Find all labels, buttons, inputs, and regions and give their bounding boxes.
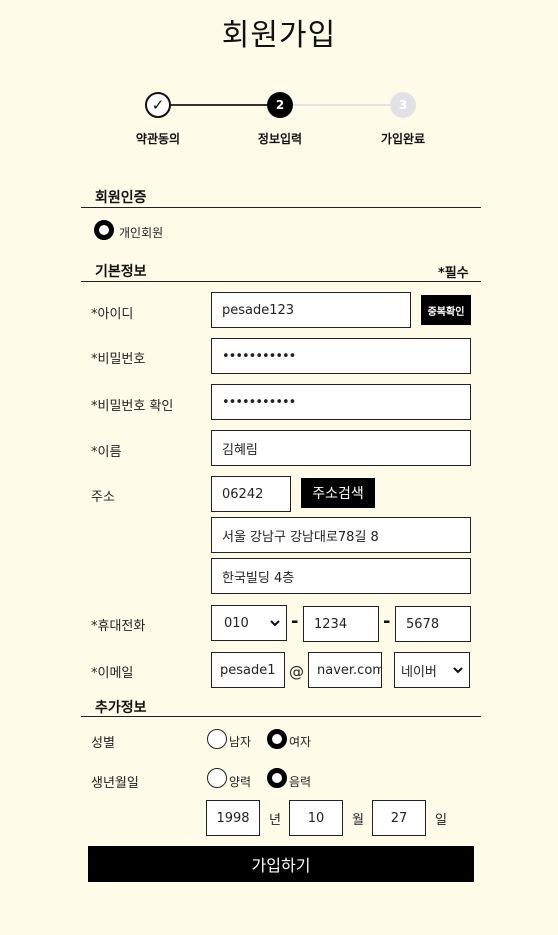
- email-label: *이메일: [91, 666, 134, 681]
- personal-member-label: 개인회원: [119, 226, 164, 240]
- address-line1-input[interactable]: 서울 강남구 강남대로78길 8: [211, 517, 471, 553]
- solar-calendar-radio[interactable]: [207, 768, 227, 788]
- password-label: *비밀번호: [91, 352, 146, 367]
- email-provider-select[interactable]: 네이버: [394, 652, 470, 688]
- email-provider-value: 네이버: [401, 664, 437, 680]
- password-confirm-input[interactable]: •••••••••••: [211, 384, 471, 420]
- page-title: 회원가입: [221, 18, 337, 53]
- auth-section-title: 회원인증: [95, 190, 147, 206]
- month-unit-label: 월: [352, 813, 364, 828]
- basic-section-title: 기본정보: [95, 264, 147, 280]
- password-input[interactable]: •••••••••••: [211, 338, 471, 374]
- name-label: *이름: [91, 445, 122, 460]
- step-2-indicator: 2: [267, 92, 293, 118]
- required-note: *필수: [438, 266, 469, 281]
- email-at-sign: @: [289, 663, 304, 681]
- password-confirm-label: *비밀번호 확인: [91, 399, 174, 414]
- gender-male-radio[interactable]: [207, 729, 227, 749]
- birth-day-input[interactable]: 27: [372, 800, 426, 836]
- step-3-indicator: 3: [390, 92, 416, 118]
- day-unit-label: 일: [435, 813, 447, 828]
- id-duplicate-check-button[interactable]: 중복확인: [421, 295, 471, 325]
- basic-section-divider: [81, 281, 481, 282]
- step-connector-done: [170, 104, 268, 106]
- gender-female-radio[interactable]: [267, 729, 287, 749]
- chevron-down-icon: [270, 620, 280, 627]
- email-domain-input[interactable]: naver.com: [308, 652, 382, 688]
- zipcode-input[interactable]: 06242: [211, 476, 291, 512]
- id-label: *아이디: [91, 307, 134, 322]
- address-search-button[interactable]: 주소검색: [301, 478, 375, 508]
- name-input[interactable]: 김혜림: [211, 430, 471, 466]
- gender-label: 성별: [91, 736, 115, 751]
- phone-middle-input[interactable]: 1234: [303, 606, 379, 642]
- auth-section-divider: [81, 207, 481, 208]
- signup-submit-button[interactable]: 가입하기: [88, 846, 474, 882]
- phone-dash-2: -: [383, 611, 391, 632]
- id-input[interactable]: pesade123: [211, 292, 411, 328]
- birth-year-input[interactable]: 1998: [206, 800, 260, 836]
- step-1-check-icon: ✓: [145, 92, 171, 118]
- step-1-label: 약관동의: [135, 132, 181, 146]
- extra-section-divider: [81, 716, 481, 717]
- phone-prefix-select[interactable]: 010: [211, 605, 287, 641]
- solar-calendar-label: 양력: [229, 775, 252, 789]
- extra-section-title: 추가정보: [95, 700, 147, 716]
- step-2-label: 정보입력: [257, 132, 303, 146]
- phone-prefix-value: 010: [224, 615, 249, 631]
- birth-month-input[interactable]: 10: [289, 800, 343, 836]
- address-label: 주소: [91, 490, 115, 505]
- email-local-input[interactable]: pesade1: [211, 652, 285, 688]
- lunar-calendar-radio[interactable]: [267, 768, 287, 788]
- address-line2-input[interactable]: 한국빌딩 4층: [211, 558, 471, 594]
- personal-member-radio[interactable]: [94, 220, 114, 240]
- phone-dash-1: -: [291, 611, 299, 632]
- step-connector-todo: [293, 104, 391, 106]
- step-3-label: 가입완료: [380, 132, 426, 146]
- lunar-calendar-label: 음력: [289, 775, 312, 789]
- phone-last-input[interactable]: 5678: [395, 606, 471, 642]
- gender-male-label: 남자: [229, 735, 252, 749]
- year-unit-label: 년: [269, 813, 281, 828]
- phone-label: *휴대전화: [91, 619, 146, 634]
- birth-label: 생년월일: [91, 776, 139, 791]
- chevron-down-icon: [453, 667, 463, 674]
- gender-female-label: 여자: [289, 735, 312, 749]
